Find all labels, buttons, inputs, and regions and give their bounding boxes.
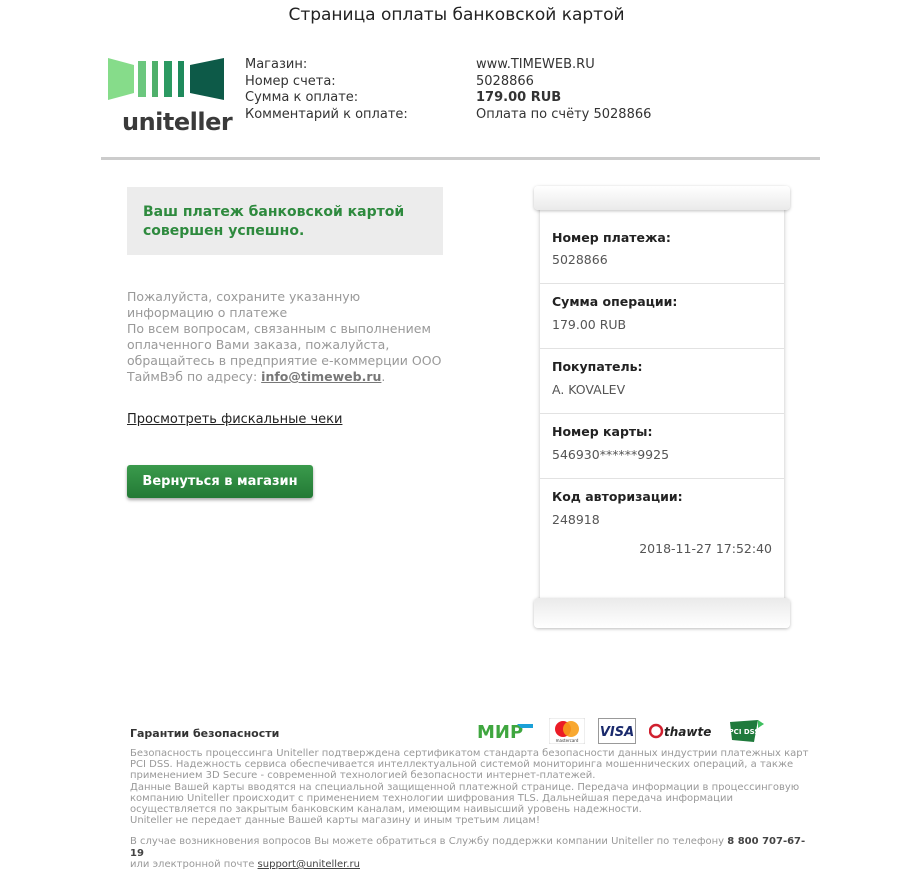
receipt-value: 179.00 RUB — [552, 317, 627, 332]
visa-badge: VISA — [598, 718, 636, 744]
receipt-label: Сумма операции: — [552, 294, 678, 309]
receipt-value: 248918 — [552, 512, 600, 527]
mastercard-badge: mastercard — [548, 717, 586, 745]
security-text-3: Uniteller не передает данные Вашей карты… — [130, 815, 540, 827]
success-box: Ваш платеж банковской картой совершен ус… — [127, 187, 443, 255]
page-title: Страница оплаты банковской картой — [288, 5, 625, 25]
receipt-value: 546930******9925 — [552, 447, 670, 462]
return-to-shop-button[interactable]: Вернуться в магазин — [127, 465, 313, 498]
receipt-row-payment-number: Номер платежа: 5028866 — [540, 219, 784, 284]
security-description: Безопасность процессинга Uniteller подтв… — [130, 748, 810, 826]
fiscal-receipts-link[interactable]: Просмотреть фискальные чеки — [127, 412, 342, 427]
order-info-label: Номер счета: — [245, 73, 336, 89]
save-info-notice: Пожалуйста, сохраните указанную информац… — [127, 289, 447, 385]
receipt-label: Номер карты: — [552, 424, 653, 439]
visa-logo-text: VISA — [600, 725, 634, 740]
pci-dss-logo-text: PCI DSS — [729, 728, 760, 736]
header-divider — [101, 157, 820, 160]
receipt-label: Покупатель: — [552, 359, 643, 374]
mir-logo-text: МИР — [477, 722, 523, 743]
receipt-value: 5028866 — [552, 252, 608, 267]
receipt-row-amount: Сумма операции: 179.00 RUB — [540, 284, 784, 349]
receipt-label: Код авторизации: — [552, 489, 683, 504]
thawte-badge: thawte — [648, 718, 713, 744]
receipt-row-auth-code: Код авторизации: 248918 — [540, 479, 784, 533]
receipt-row-buyer: Покупатель: A. KOVALEV — [540, 349, 784, 414]
notice-period: . — [381, 369, 386, 384]
success-message: Ваш платеж банковской картой совершен ус… — [143, 204, 405, 239]
visa-logo-icon: VISA — [598, 718, 636, 744]
mastercard-logo-text: mastercard — [556, 738, 579, 743]
logo-text: uniteller — [122, 108, 233, 136]
pci-dss-badge: PCI DSS — [728, 718, 780, 744]
pci-dss-logo-icon: PCI DSS — [729, 720, 764, 742]
support-contact: В случае возникновения вопросов Вы может… — [130, 836, 810, 871]
receipt-roll-top — [534, 186, 790, 210]
receipt-label: Номер платежа: — [552, 230, 671, 245]
thawte-logo-icon: thawte — [648, 723, 711, 739]
receipt-datetime: 2018-11-27 17:52:40 — [639, 541, 772, 556]
support-text-before: В случае возникновения вопросов Вы может… — [130, 836, 725, 847]
mir-logo-icon: МИР — [477, 722, 533, 743]
invoice-number-value: 5028866 — [476, 73, 534, 89]
security-title: Гарантии безопасности — [130, 727, 280, 740]
receipt-row-card-number: Номер карты: 546930******9925 — [540, 414, 784, 479]
security-text-2: Данные Вашей карты вводятся на специальн… — [130, 781, 800, 816]
amount-value: 179.00 RUB — [476, 90, 562, 105]
receipt-roll-bottom — [534, 598, 790, 628]
timeweb-email-link[interactable]: info@timeweb.ru — [261, 369, 381, 384]
receipt-value: A. KOVALEV — [552, 382, 626, 397]
comment-value: Оплата по счёту 5028866 — [476, 106, 652, 122]
order-info-label: Магазин: — [245, 57, 308, 72]
order-info-values: www.TIMEWEB.RU 5028866 179.00 RUB Оплата… — [476, 57, 651, 123]
security-text-1: Безопасность процессинга Uniteller подтв… — [130, 748, 809, 782]
mastercard-logo-icon: mastercard — [548, 717, 586, 745]
mir-badge: МИР — [477, 718, 535, 744]
order-info-labels: Магазин: Номер счета: Сумма к оплате: Ко… — [245, 57, 408, 123]
order-info-label: Комментарий к оплате: — [245, 106, 408, 122]
shop-value: www.TIMEWEB.RU — [476, 57, 595, 72]
thawte-logo-text: thawte — [664, 725, 711, 739]
support-email-link[interactable]: support@uniteller.ru — [258, 859, 360, 870]
notice-line-1: Пожалуйста, сохраните указанную информац… — [127, 289, 361, 320]
support-text-after: или электронной почте — [130, 859, 255, 870]
order-info-label: Сумма к оплате: — [245, 90, 359, 105]
